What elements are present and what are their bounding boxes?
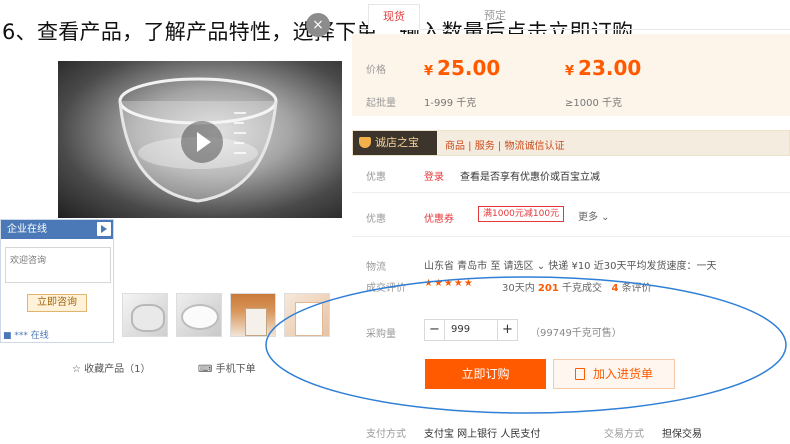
price-label: 价格 (366, 65, 386, 76)
mobile-order-link[interactable]: ⌨ 手机下单 (198, 360, 256, 375)
payment-label: 支付方式 (366, 429, 406, 440)
product-tabs: 现货 预定 (358, 0, 790, 30)
chat-message-input[interactable]: 欢迎咨询 (5, 247, 111, 283)
tab-preorder[interactable]: 预定 (470, 4, 520, 30)
favorite-product-link[interactable]: ☆ 收藏产品（1） (72, 360, 151, 375)
price-panel: 价格 ¥25.00 ¥23.00 起批量 1-999 千克 ≥1000 千克 (352, 34, 790, 116)
divider (352, 236, 790, 237)
eval-period: 30天内 (502, 283, 535, 294)
delivery-info[interactable]: 山东省 青岛市 至 请选区 ⌄ 快递 ¥10 近30天平均发货速度：一天 (424, 257, 716, 272)
chat-title-text: 企业在线 (7, 224, 47, 235)
moq-range-1: 1-999 千克 (424, 98, 477, 109)
buy-now-button[interactable]: 立即订购 (425, 359, 546, 389)
currency-symbol: ¥ (565, 64, 575, 79)
thumbnail-image[interactable] (122, 293, 168, 337)
currency-symbol: ¥ (424, 64, 434, 79)
payment-methods: 支付宝 网上银行 人民支付 (424, 429, 541, 440)
crown-icon (359, 137, 371, 148)
review-suffix: 条评价 (621, 283, 652, 294)
offer-text: 查看是否享有优惠价或百宝立减 (460, 172, 600, 183)
shop-badge[interactable]: 诚店之宝 (353, 131, 437, 155)
eval-unit: 千克成交 (561, 283, 602, 294)
thumbnail-image[interactable] (176, 293, 222, 337)
quantity-decrease-button[interactable]: − (425, 320, 445, 340)
quantity-input[interactable]: 999 (451, 324, 470, 335)
quantity-stepper: − 999 + (424, 319, 518, 341)
chat-status: ■ *** 在线 (3, 331, 49, 341)
screenshot-stage: 6、查看产品，了解产品特性，选择下单，输入数量后点击立即订购 现货 预定 价格 … (0, 0, 790, 444)
clipboard-icon (574, 368, 585, 380)
coupon-more-dropdown[interactable]: 更多 ⌄ (578, 208, 610, 223)
shop-badge-bar: 诚店之宝 商品 | 服务 | 物流诚信认证 (352, 130, 790, 156)
play-icon[interactable] (181, 121, 223, 163)
stock-available: （99749千克可售） (530, 328, 622, 339)
delivery-label: 物流 (366, 262, 386, 273)
tab-spot[interactable]: 现货 (368, 4, 420, 30)
online-chat-widget: 企业在线 欢迎咨询 立即咨询 ■ *** 在线 (0, 219, 114, 343)
shop-certification-text: 商品 | 服务 | 物流诚信认证 (445, 141, 565, 152)
shop-badge-label: 诚店之宝 (375, 136, 419, 149)
login-link[interactable]: 登录 (424, 168, 444, 183)
coupon-tag: 优惠券 (424, 214, 454, 225)
collapse-icon[interactable] (97, 222, 111, 236)
sold-count: 201 (537, 283, 559, 294)
price-tier-2: ¥23.00 (565, 56, 641, 80)
coupon-button[interactable]: 满1000元减100元 (478, 206, 565, 222)
evaluation-summary: 30天内 201 千克成交 4 条评价 (502, 279, 652, 294)
trade-label: 交易方式 (604, 429, 644, 440)
thumbnail-image[interactable] (230, 293, 276, 337)
coupon-label: 优惠 (366, 214, 386, 225)
offer-label: 优惠 (366, 172, 386, 183)
add-to-cart-button[interactable]: 加入进货单 (553, 359, 675, 389)
evaluation-label: 成交评价 (366, 283, 406, 294)
thumbnail-image[interactable] (284, 293, 330, 337)
quantity-label: 采购量 (366, 329, 396, 340)
quantity-increase-button[interactable]: + (497, 320, 517, 340)
review-count[interactable]: 4 (612, 283, 619, 294)
close-icon[interactable]: × (306, 13, 330, 37)
divider (352, 192, 790, 193)
chat-title: 企业在线 (1, 220, 113, 239)
price-value-1: 25.00 (437, 56, 501, 80)
add-to-cart-label: 加入进货单 (592, 367, 653, 381)
trade-method: 担保交易 (662, 429, 702, 440)
moq-label: 起批量 (366, 98, 396, 109)
moq-range-2: ≥1000 千克 (565, 98, 623, 109)
rating-stars: ★★★★★ (424, 278, 474, 289)
price-tier-1: ¥25.00 (424, 56, 500, 80)
price-value-2: 23.00 (578, 56, 642, 80)
consult-now-button[interactable]: 立即咨询 (27, 294, 87, 312)
